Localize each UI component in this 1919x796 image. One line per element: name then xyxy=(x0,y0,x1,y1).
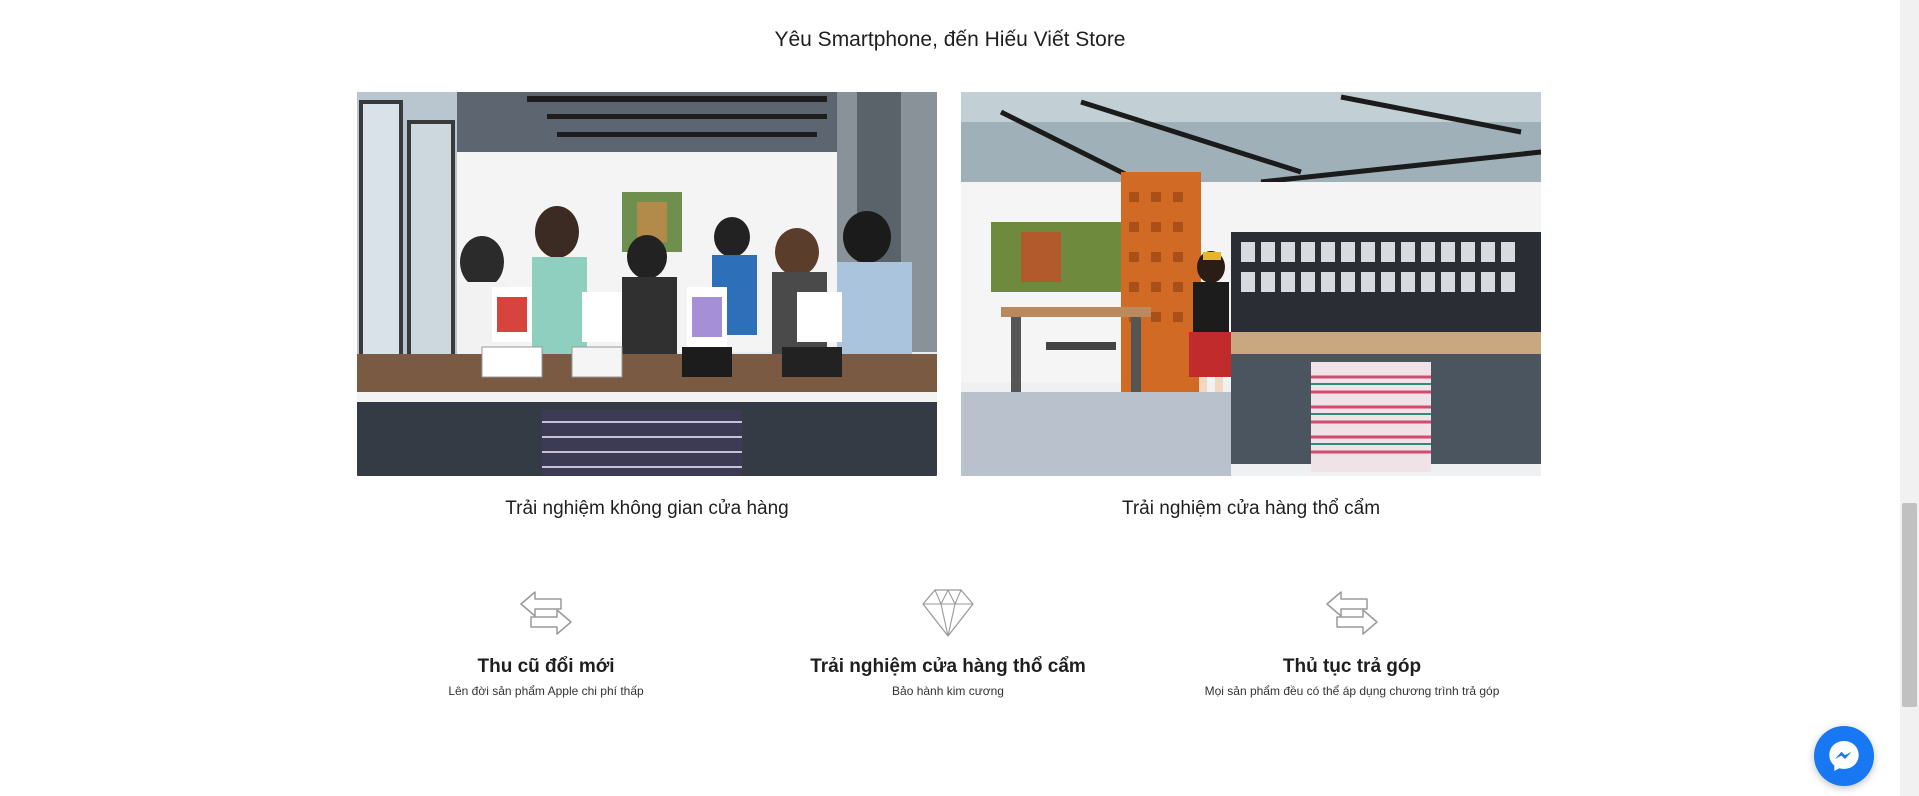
feature-title: Trải nghiệm cửa hàng thổ cẩm xyxy=(810,656,1086,677)
scrollbar-thumb[interactable] xyxy=(1902,503,1917,707)
scrollbar[interactable] xyxy=(1900,0,1919,796)
swap-arrows-icon xyxy=(1326,591,1378,635)
gallery-caption: Trải nghiệm không gian cửa hàng xyxy=(505,498,789,519)
store-interior-photo xyxy=(357,92,937,476)
feature-title: Thu cũ đổi mới xyxy=(477,656,615,677)
feature-trade-in: Thu cũ đổi mới Lên đời sản phẩm Apple ch… xyxy=(356,588,736,698)
brocade-store-photo xyxy=(961,92,1541,476)
gallery-caption: Trải nghiệm cửa hàng thổ cẩm xyxy=(1121,498,1381,519)
section-heading: Yêu Smartphone, đến Hiếu Viết Store xyxy=(774,28,1126,51)
feature-brocade-store: Trải nghiệm cửa hàng thổ cẩm Bảo hành ki… xyxy=(758,588,1138,698)
feature-description: Mọi sản phẩm đều có thể áp dụng chương t… xyxy=(1204,684,1500,698)
page: Yêu Smartphone, đến Hiếu Viết Store Trải… xyxy=(0,0,1900,796)
feature-title: Thủ tục trả góp xyxy=(1282,656,1422,677)
feature-installment: Thủ tục trả góp Mọi sản phẩm đều có thể … xyxy=(1162,588,1542,698)
feature-description: Bảo hành kim cương xyxy=(892,684,1004,698)
swap-arrows-icon xyxy=(520,591,572,635)
messenger-chat-button[interactable] xyxy=(1814,726,1874,786)
feature-description: Lên đời sản phẩm Apple chi phí thấp xyxy=(448,684,644,698)
diamond-icon xyxy=(922,589,974,637)
messenger-icon xyxy=(1829,741,1859,771)
